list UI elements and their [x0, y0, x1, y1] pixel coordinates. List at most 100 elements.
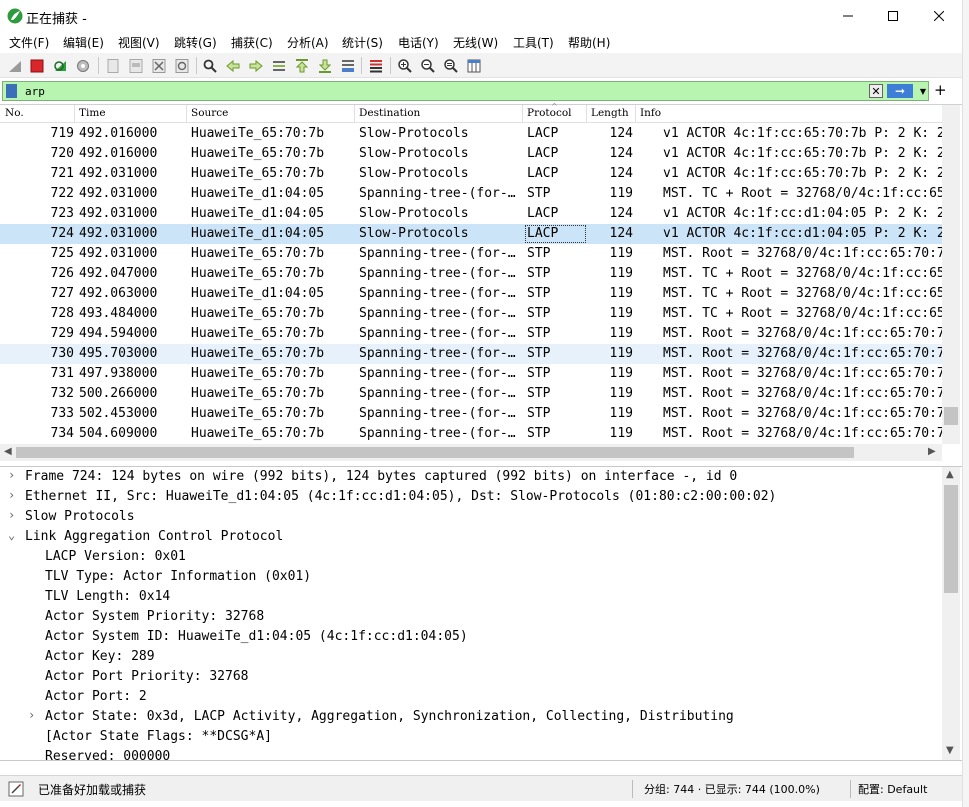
menu-telephony[interactable]: 电话(Y): [398, 34, 439, 51]
stop-capture-button[interactable]: [28, 57, 46, 75]
reload-icon: [175, 59, 189, 73]
chevron-right-icon[interactable]: ›: [8, 508, 15, 522]
column-header-source[interactable]: Source: [191, 107, 228, 119]
scrollbar-thumb[interactable]: [944, 485, 958, 593]
menu-view[interactable]: 视图(V): [118, 34, 160, 51]
close-button[interactable]: [916, 0, 962, 32]
detail-tree-item[interactable]: TLV Type: Actor Information (0x01): [0, 567, 962, 587]
zoom-in-button[interactable]: [396, 57, 414, 75]
packet-cell-src: HuaweiTe_65:70:7b: [191, 166, 325, 181]
go-to-packet-button[interactable]: [270, 57, 288, 75]
zoom-normal-button[interactable]: [442, 57, 460, 75]
chevron-right-icon[interactable]: ›: [8, 468, 15, 482]
detail-tree-item[interactable]: Actor Key: 289: [0, 647, 962, 667]
scroll-up-icon[interactable]: ▲: [946, 469, 954, 480]
menu-wireless[interactable]: 无线(W): [453, 34, 498, 51]
colorize-lines-icon: [370, 60, 382, 73]
first-packet-button[interactable]: [293, 57, 311, 75]
menu-go[interactable]: 跳转(G): [174, 34, 217, 51]
menu-help[interactable]: 帮助(H): [568, 34, 610, 51]
chevron-right-icon[interactable]: ›: [8, 488, 15, 502]
filter-history-dropdown[interactable]: ▼: [917, 84, 929, 98]
detail-tree-item[interactable]: Actor Port: 2: [0, 687, 962, 707]
detail-tree-item[interactable]: › Frame 724: 124 bytes on wire (992 bits)…: [0, 467, 962, 487]
display-filter-value[interactable]: arp: [25, 85, 45, 98]
go-forward-button[interactable]: [247, 57, 265, 75]
detail-tree-item[interactable]: Actor System Priority: 32768: [0, 607, 962, 627]
zoom-out-button[interactable]: [419, 57, 437, 75]
scroll-left-icon[interactable]: ◀: [4, 446, 12, 457]
detail-tree-item[interactable]: Reserved: 000000: [0, 747, 962, 760]
packet-row[interactable]: 734 504.609000 HuaweiTe_65:70:7b Spanning-t…: [0, 424, 942, 444]
configuration-profile[interactable]: 配置: Default: [858, 781, 927, 797]
packet-row[interactable]: 732 500.266000 HuaweiTe_65:70:7b Spanning-t…: [0, 384, 942, 404]
column-header-info[interactable]: Info: [640, 107, 661, 119]
column-header-no[interactable]: No.: [5, 107, 24, 119]
detail-tree-item[interactable]: Actor System ID: HuaweiTe_d1:04:05 (4c:1…: [0, 627, 962, 647]
column-header-length[interactable]: Length: [591, 107, 629, 119]
expert-info-icon[interactable]: [8, 781, 24, 797]
add-filter-button[interactable]: +: [934, 81, 947, 99]
packet-list-vertical-scrollbar[interactable]: [942, 105, 960, 444]
minimize-button[interactable]: [825, 0, 871, 32]
colorize-button[interactable]: [367, 57, 385, 75]
start-capture-button[interactable]: [6, 57, 24, 75]
detail-tree-item[interactable]: › Actor State: 0x3d, LACP Activity, Aggre…: [0, 707, 962, 727]
save-file-button[interactable]: [127, 57, 145, 75]
clear-filter-button[interactable]: ✕: [869, 84, 883, 98]
menu-capture[interactable]: 捕获(C): [231, 34, 273, 51]
packet-row[interactable]: 726 492.047000 HuaweiTe_65:70:7b Spanning-t…: [0, 264, 942, 284]
menu-tools[interactable]: 工具(T): [513, 34, 554, 51]
menu-statistics[interactable]: 统计(S): [342, 34, 383, 51]
detail-tree-item[interactable]: Actor Port Priority: 32768: [0, 667, 962, 687]
packet-row[interactable]: 724 492.031000 HuaweiTe_d1:04:05 Slow-Proto…: [0, 224, 942, 244]
menu-edit[interactable]: 编辑(E): [63, 34, 104, 51]
menu-file[interactable]: 文件(F): [9, 34, 49, 51]
detail-tree-item[interactable]: › Slow Protocols: [0, 507, 962, 527]
packet-row[interactable]: 731 497.938000 HuaweiTe_65:70:7b Spanning-t…: [0, 364, 942, 384]
chevron-down-icon[interactable]: ⌄: [8, 528, 15, 542]
maximize-button[interactable]: [870, 0, 916, 32]
packet-row[interactable]: 728 493.484000 HuaweiTe_65:70:7b Spanning-t…: [0, 304, 942, 324]
close-file-button[interactable]: [150, 57, 168, 75]
chevron-right-icon[interactable]: ›: [28, 708, 35, 722]
last-packet-button[interactable]: [316, 57, 334, 75]
detail-tree-item[interactable]: ⌄ Link Aggregation Control Protocol: [0, 527, 962, 547]
packet-row[interactable]: 729 494.594000 HuaweiTe_65:70:7b Spanning-t…: [0, 324, 942, 344]
scrollbar-thumb[interactable]: [16, 447, 854, 458]
packet-row[interactable]: 722 492.031000 HuaweiTe_d1:04:05 Spanning-t…: [0, 184, 942, 204]
column-header-protocol[interactable]: Protocol: [527, 107, 572, 119]
scroll-down-icon[interactable]: ▼: [946, 745, 954, 756]
packet-row[interactable]: 723 492.031000 HuaweiTe_d1:04:05 Slow-Proto…: [0, 204, 942, 224]
packet-row[interactable]: 727 492.063000 HuaweiTe_d1:04:05 Spanning-t…: [0, 284, 942, 304]
packet-list-horizontal-scrollbar[interactable]: ◀ ▶: [0, 444, 942, 461]
scroll-right-icon[interactable]: ▶: [928, 446, 936, 457]
resize-columns-button[interactable]: [465, 57, 483, 75]
packet-row[interactable]: 721 492.031000 HuaweiTe_65:70:7b Slow-Proto…: [0, 164, 942, 184]
packet-row[interactable]: 720 492.016000 HuaweiTe_65:70:7b Slow-Proto…: [0, 144, 942, 164]
detail-tree-item[interactable]: › Ethernet II, Src: HuaweiTe_d1:04:05 (4c…: [0, 487, 962, 507]
packet-cell-len: 124: [609, 126, 633, 141]
details-vertical-scrollbar[interactable]: ▲ ▼: [942, 467, 960, 760]
packet-row[interactable]: 719 492.016000 HuaweiTe_65:70:7b Slow-Proto…: [0, 124, 942, 144]
restart-capture-button[interactable]: [51, 57, 69, 75]
menu-analyze[interactable]: 分析(A): [287, 34, 329, 51]
column-header-time[interactable]: Time: [79, 107, 106, 119]
reload-file-button[interactable]: [173, 57, 191, 75]
find-packet-button[interactable]: [201, 57, 219, 75]
capture-options-button[interactable]: [74, 57, 92, 75]
packet-row[interactable]: 730 495.703000 HuaweiTe_65:70:7b Spanning-t…: [0, 344, 942, 364]
detail-tree-item[interactable]: TLV Length: 0x14: [0, 587, 962, 607]
go-back-button[interactable]: [224, 57, 242, 75]
scrollbar-thumb[interactable]: [944, 407, 958, 425]
apply-filter-button[interactable]: ➞: [887, 84, 913, 98]
display-filter-input[interactable]: arp ✕ ➞ ▼: [2, 81, 929, 101]
auto-scroll-button[interactable]: [339, 57, 357, 75]
bookmark-icon[interactable]: [6, 84, 17, 98]
column-header-destination[interactable]: Destination: [359, 107, 420, 119]
open-file-button[interactable]: [104, 57, 122, 75]
detail-tree-item[interactable]: LACP Version: 0x01: [0, 547, 962, 567]
packet-row[interactable]: 733 502.453000 HuaweiTe_65:70:7b Spanning-t…: [0, 404, 942, 424]
packet-row[interactable]: 725 492.031000 HuaweiTe_65:70:7b Spanning-t…: [0, 244, 942, 264]
detail-tree-item[interactable]: [Actor State Flags: **DCSG*A]: [0, 727, 962, 747]
